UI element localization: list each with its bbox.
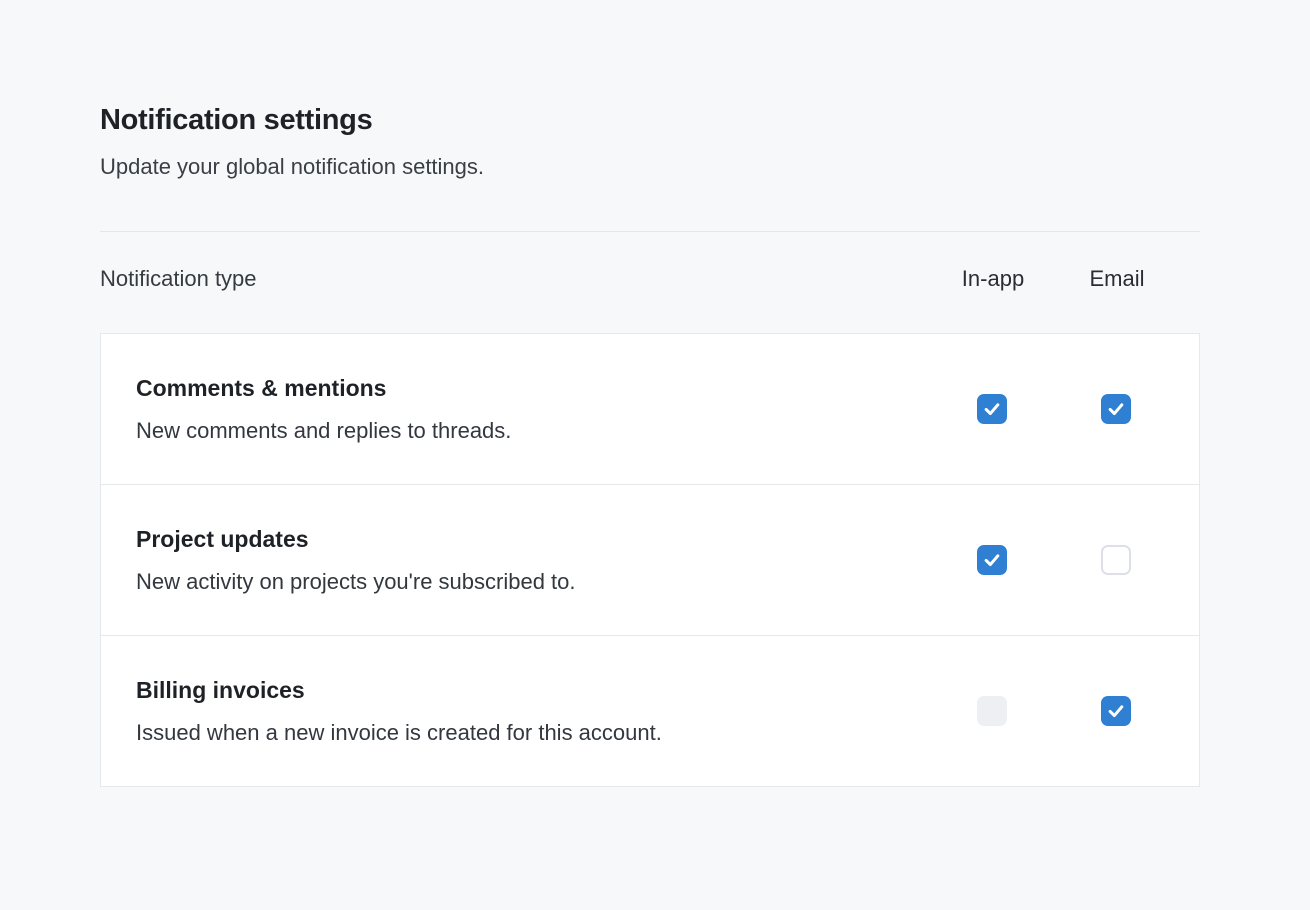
row-text: Billing invoices Issued when a new invoi… bbox=[136, 676, 930, 746]
column-header-email: Email bbox=[1055, 266, 1179, 292]
row-text: Comments & mentions New comments and rep… bbox=[136, 374, 930, 444]
checkbox-comments-inapp[interactable] bbox=[977, 394, 1007, 424]
checkbox-billing-inapp bbox=[977, 696, 1007, 726]
notification-settings-page: Notification settings Update your global… bbox=[100, 0, 1200, 787]
checkmark-icon bbox=[982, 550, 1002, 570]
column-header-inapp: In-app bbox=[931, 266, 1055, 292]
row-text: Project updates New activity on projects… bbox=[136, 525, 930, 595]
checkbox-billing-email[interactable] bbox=[1101, 696, 1131, 726]
row-description: New comments and replies to threads. bbox=[136, 418, 930, 444]
checkmark-icon bbox=[1106, 399, 1126, 419]
row-title: Comments & mentions bbox=[136, 374, 930, 402]
row-description: New activity on projects you're subscrib… bbox=[136, 569, 930, 595]
table-row-billing-invoices: Billing invoices Issued when a new invoi… bbox=[101, 635, 1199, 786]
notification-settings-card: Comments & mentions New comments and rep… bbox=[100, 333, 1200, 787]
checkbox-comments-email[interactable] bbox=[1101, 394, 1131, 424]
checkbox-projects-inapp[interactable] bbox=[977, 545, 1007, 575]
row-description: Issued when a new invoice is created for… bbox=[136, 720, 930, 746]
table-row-project-updates: Project updates New activity on projects… bbox=[101, 484, 1199, 635]
column-header-notification-type: Notification type bbox=[100, 266, 931, 292]
page-subtitle: Update your global notification settings… bbox=[100, 154, 1200, 180]
checkmark-icon bbox=[982, 399, 1002, 419]
checkbox-projects-email[interactable] bbox=[1101, 545, 1131, 575]
row-title: Billing invoices bbox=[136, 676, 930, 704]
section-divider bbox=[100, 231, 1200, 232]
page-title: Notification settings bbox=[100, 103, 1200, 138]
checkmark-icon bbox=[1106, 701, 1126, 721]
table-row-comments-mentions: Comments & mentions New comments and rep… bbox=[101, 334, 1199, 484]
row-title: Project updates bbox=[136, 525, 930, 553]
table-header: Notification type In-app Email bbox=[100, 266, 1200, 292]
